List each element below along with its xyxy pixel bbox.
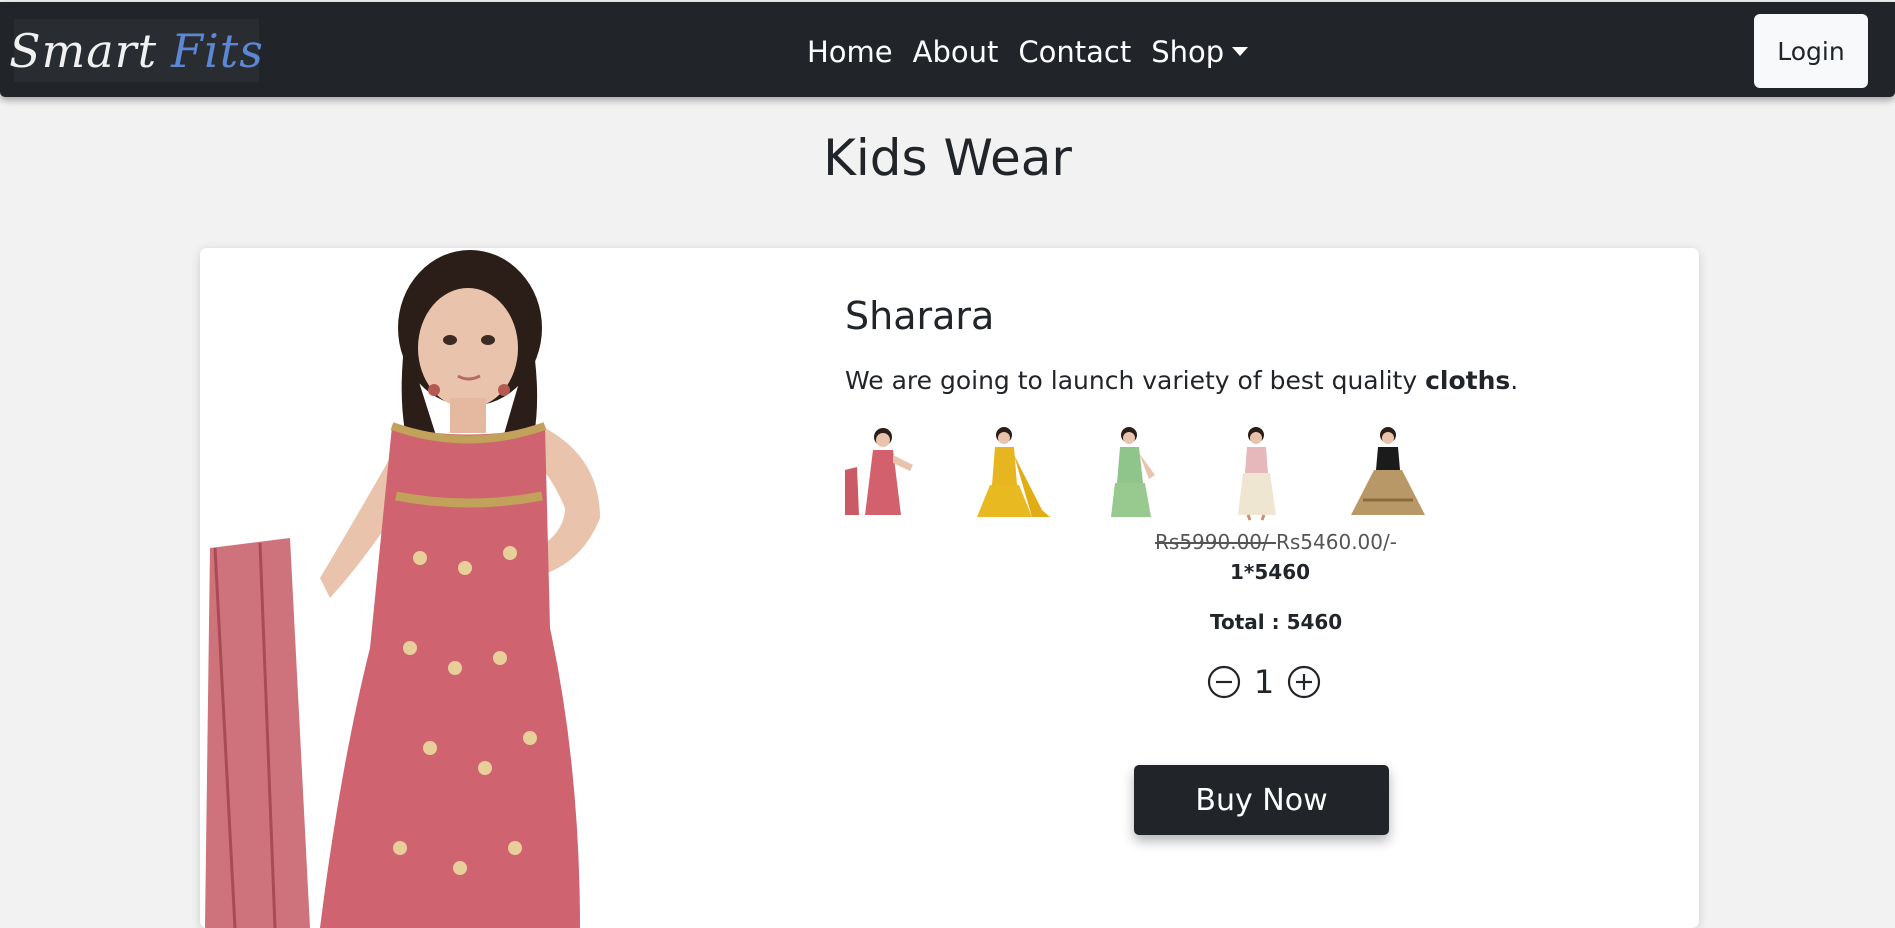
quantity-times-price: 1*5460	[1230, 560, 1311, 584]
thumbnail-pink-dress[interactable]	[835, 425, 925, 521]
caret-down-icon	[1232, 46, 1249, 56]
quantity-stepper: 1	[1207, 663, 1321, 701]
product-description: We are going to launch variety of best q…	[845, 364, 1518, 398]
thumbnail-yellow-sharara[interactable]	[962, 425, 1052, 521]
thumbnail-black-gold-lehenga[interactable]	[1343, 425, 1433, 521]
buy-now-button[interactable]: Buy Now	[1134, 765, 1389, 835]
thumbnail-row	[830, 425, 1610, 521]
thumbnail-cream-lehenga[interactable]	[1216, 425, 1306, 521]
plus-circle-icon[interactable]	[1287, 665, 1321, 699]
nav-shop-label: Shop	[1151, 35, 1225, 69]
quantity-value: 1	[1253, 663, 1275, 701]
description-end: .	[1510, 366, 1519, 395]
minus-circle-icon[interactable]	[1207, 665, 1241, 699]
navbar: Smart Fits Home About Contact Shop Login	[0, 2, 1895, 97]
price-line: Rs5990.00/-Rs5460.00/-	[1155, 530, 1397, 554]
original-price: Rs5990.00/-	[1155, 530, 1276, 554]
nav-contact[interactable]: Contact	[1018, 29, 1131, 75]
product-card: Sharara We are going to launch variety o…	[200, 248, 1699, 928]
product-main-image	[200, 248, 720, 928]
thumbnail-green-sharara[interactable]	[1089, 425, 1179, 521]
nav-home[interactable]: Home	[807, 29, 893, 75]
brand-logo[interactable]: Smart Fits	[9, 19, 263, 82]
nav-links: Home About Contact Shop	[807, 29, 1249, 75]
discounted-price: Rs5460.00/-	[1275, 530, 1397, 554]
nav-shop-dropdown[interactable]: Shop	[1151, 29, 1249, 75]
description-text: We are going to launch variety of best q…	[845, 366, 1426, 395]
login-button[interactable]: Login	[1754, 14, 1868, 88]
total-price: Total : 5460	[1210, 610, 1343, 634]
page-title: Kids Wear	[823, 129, 1072, 187]
brand-word-fits: Fits	[171, 23, 264, 78]
product-name: Sharara	[845, 294, 995, 338]
brand-word-smart: Smart	[9, 23, 158, 78]
nav-about[interactable]: About	[913, 29, 999, 75]
description-highlight: cloths	[1425, 366, 1511, 395]
